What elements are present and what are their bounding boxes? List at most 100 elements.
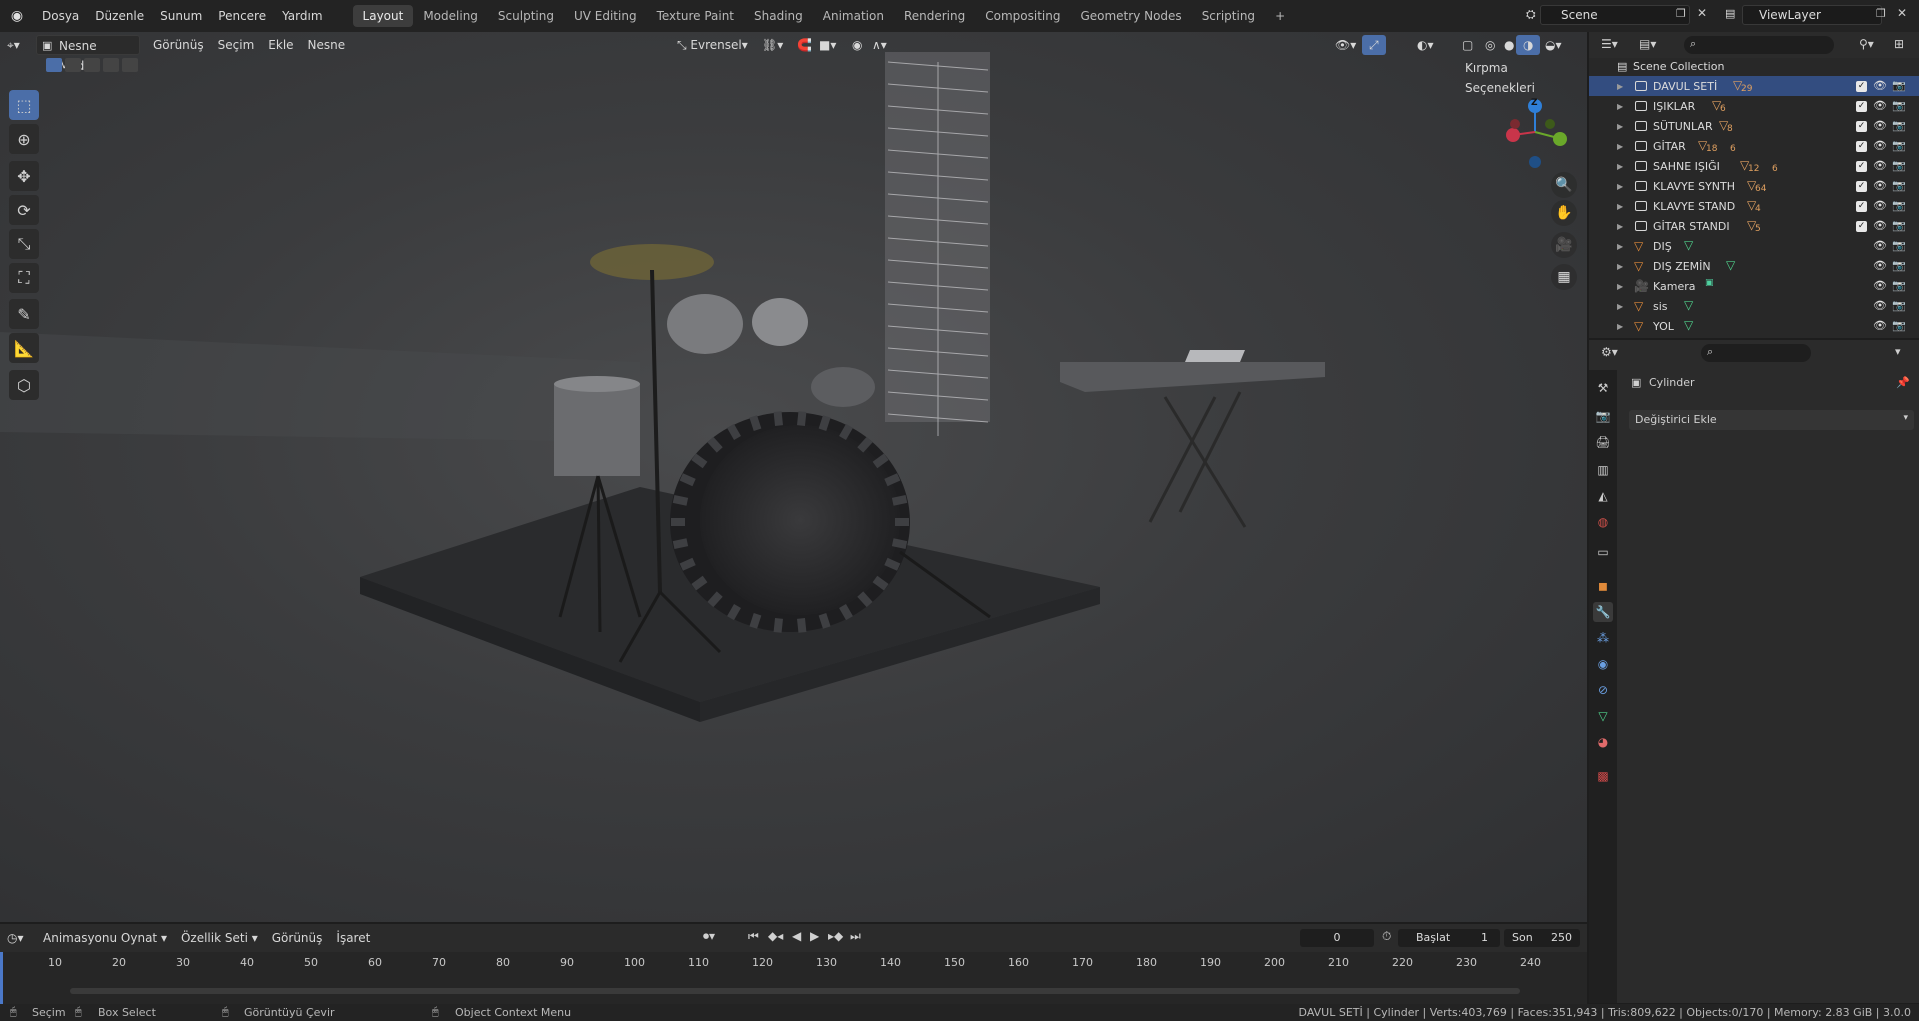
tab-animation[interactable]: Animation <box>813 5 894 27</box>
tab-rendering[interactable]: Rendering <box>894 5 975 27</box>
eye-icon[interactable]: 👁 <box>1873 179 1887 192</box>
properties-editor-icon[interactable]: ⚙▾ <box>1601 345 1618 359</box>
eye-icon[interactable]: 👁 <box>1873 139 1887 152</box>
expand-arrow-icon[interactable]: ▶ <box>1617 182 1623 191</box>
tab-uv-editing[interactable]: UV Editing <box>564 5 647 27</box>
render-camera-icon[interactable]: 📷 <box>1892 99 1906 112</box>
navigation-gizmo[interactable]: Z <box>1500 90 1570 170</box>
rotate-tool[interactable]: ⟳ <box>9 195 39 225</box>
menu-help[interactable]: Yardım <box>274 5 330 27</box>
expand-arrow-icon[interactable]: ▶ <box>1617 282 1623 291</box>
menu-add[interactable]: Ekle <box>261 35 300 55</box>
expand-arrow-icon[interactable]: ▶ <box>1617 102 1623 111</box>
include-checkbox[interactable]: ✓ <box>1856 161 1867 172</box>
expand-arrow-icon[interactable]: ▶ <box>1617 122 1623 131</box>
overlay-toggle-icon[interactable]: ◐▾ <box>1410 35 1441 55</box>
render-camera-icon[interactable]: 📷 <box>1892 79 1906 92</box>
output-tab-icon[interactable]: 🖨 <box>1593 432 1613 452</box>
outliner-item-collection[interactable]: ▶ SÜTUNLAR ▽ 8 ✓ 👁 📷 <box>1589 116 1919 136</box>
outliner-item-collection[interactable]: ▶ DAVUL SETİ ▽ 29 ✓ 👁 📷 <box>1589 76 1919 96</box>
expand-arrow-icon[interactable]: ▶ <box>1617 322 1623 331</box>
end-frame-field[interactable]: Son 250 <box>1504 929 1580 947</box>
scene-icon[interactable]: ⛭ <box>1526 7 1536 22</box>
jump-start-icon[interactable]: ⏮ <box>748 929 759 944</box>
stopwatch-icon[interactable]: ⏱ <box>1382 929 1391 944</box>
new-view-layer-icon[interactable]: ❐ <box>1876 7 1886 20</box>
outliner-item-collection[interactable]: ▶ KLAVYE SYNTH ▽ 64 ✓ 👁 📷 <box>1589 176 1919 196</box>
falloff-icon[interactable]: ∧▾ <box>865 35 894 55</box>
eye-icon[interactable]: 👁 <box>1873 299 1887 312</box>
menu-render[interactable]: Sunum <box>152 5 210 27</box>
properties-search-input[interactable]: ⌕ <box>1701 344 1811 362</box>
jump-end-icon[interactable]: ⏭ <box>850 929 861 944</box>
camera-view-icon[interactable]: 🎥 <box>1551 232 1577 258</box>
material-tab-icon[interactable]: ◕ <box>1593 732 1613 752</box>
orientation-selector[interactable]: ⤡ Evrensel▾ <box>670 35 755 55</box>
render-camera-icon[interactable]: 📷 <box>1892 279 1906 292</box>
expand-arrow-icon[interactable]: ▶ <box>1617 242 1623 251</box>
outliner-item-mesh[interactable]: ▶ ▽ DIŞ ▽ 👁 📷 <box>1589 236 1919 256</box>
menu-edit[interactable]: Düzenle <box>87 5 152 27</box>
include-checkbox[interactable]: ✓ <box>1856 121 1867 132</box>
auto-keying-icon[interactable]: ⏺▾ <box>703 929 715 944</box>
menu-file[interactable]: Dosya <box>34 5 87 27</box>
select-box-tool[interactable]: ⬚ <box>9 90 39 120</box>
scale-tool[interactable]: ⤡ <box>9 229 39 259</box>
add-workspace-button[interactable]: + <box>1265 5 1295 27</box>
outliner-item-collection[interactable]: ▶ IŞIKLAR ▽ 6 ✓ 👁 📷 <box>1589 96 1919 116</box>
include-checkbox[interactable]: ✓ <box>1856 221 1867 232</box>
mode-selector[interactable]: Nesne Modu ▣ <box>36 35 140 73</box>
delete-view-layer-icon[interactable]: ✕ <box>1897 6 1907 20</box>
object-tab-icon[interactable]: ◼ <box>1593 576 1613 596</box>
outliner-editor-icon[interactable]: ☰▾ <box>1601 37 1618 51</box>
render-camera-icon[interactable]: 📷 <box>1892 199 1906 212</box>
xray-icon[interactable]: ▢ <box>1455 35 1480 55</box>
timeline-editor-icon[interactable]: ◷▾ <box>0 928 36 948</box>
outliner-item-mesh[interactable]: ▶ ▽ sis ▽ 👁 📷 <box>1589 296 1919 316</box>
pan-hand-icon[interactable]: ✋ <box>1551 200 1577 226</box>
include-checkbox[interactable]: ✓ <box>1856 181 1867 192</box>
eye-icon[interactable]: 👁 <box>1873 319 1887 332</box>
tab-sculpting[interactable]: Sculpting <box>488 5 564 27</box>
scene-tab-icon[interactable]: ◭ <box>1593 486 1613 506</box>
filter-icon[interactable]: ⚲▾ <box>1859 37 1874 51</box>
outliner-item-collection[interactable]: ▶ GİTAR STANDI ▽ 5 ✓ 👁 📷 <box>1589 216 1919 236</box>
outliner-item-mesh[interactable]: ▶ ▽ YOL ▽ 👁 📷 <box>1589 316 1919 336</box>
particles-tab-icon[interactable]: ⁂ <box>1593 628 1613 648</box>
3d-viewport[interactable]: ⌖▾ Nesne Modu ▣ Görünüş Seçim Ekle Nesne… <box>0 32 1587 922</box>
prev-keyframe-icon[interactable]: ◆◂ <box>768 929 783 943</box>
current-frame-field[interactable]: 0 <box>1300 929 1374 947</box>
play-icon[interactable]: ▶ <box>810 929 819 943</box>
modifier-tab-icon[interactable]: 🔧 <box>1593 602 1613 622</box>
tab-compositing[interactable]: Compositing <box>975 5 1070 27</box>
play-reverse-icon[interactable]: ◀ <box>792 929 801 943</box>
visibility-icon[interactable]: 👁▾ <box>1328 35 1363 55</box>
menu-keying[interactable]: Özellik Seti ▾ <box>174 928 265 948</box>
render-camera-icon[interactable]: 📷 <box>1892 119 1906 132</box>
pivot-icon[interactable]: ⛓▾ <box>755 35 790 55</box>
editor-type-icon[interactable]: ⌖▾ <box>0 35 36 55</box>
expand-arrow-icon[interactable]: ▶ <box>1617 162 1623 171</box>
menu-window[interactable]: Pencere <box>210 5 274 27</box>
expand-arrow-icon[interactable]: ▶ <box>1617 202 1623 211</box>
render-tab-icon[interactable]: 📷 <box>1593 406 1613 426</box>
menu-view[interactable]: Görünüş <box>146 35 211 55</box>
outliner-search-input[interactable]: ⌕ <box>1684 36 1834 54</box>
menu-object[interactable]: Nesne <box>301 35 353 55</box>
start-frame-field[interactable]: Başlat 1 <box>1398 929 1500 947</box>
eye-icon[interactable]: 👁 <box>1873 159 1887 172</box>
snap-target-icon[interactable]: ■▾ <box>812 35 843 55</box>
annotate-tool[interactable]: ✎ <box>9 299 39 329</box>
transform-tool[interactable]: ⛶ <box>9 263 39 293</box>
select-intersect-icon[interactable] <box>122 58 138 72</box>
expand-arrow-icon[interactable]: ▶ <box>1617 262 1623 271</box>
include-checkbox[interactable]: ✓ <box>1856 101 1867 112</box>
expand-arrow-icon[interactable]: ▶ <box>1617 82 1623 91</box>
eye-icon[interactable]: 👁 <box>1873 199 1887 212</box>
view-layer-icon[interactable]: ▤ <box>1725 7 1735 20</box>
scene-selector[interactable]: Scene <box>1540 5 1690 25</box>
render-camera-icon[interactable]: 📷 <box>1892 319 1906 332</box>
menu-playback[interactable]: Animasyonu Oynat ▾ <box>36 928 174 948</box>
measure-tool[interactable]: 📐 <box>9 333 39 363</box>
playhead[interactable] <box>0 952 3 1004</box>
